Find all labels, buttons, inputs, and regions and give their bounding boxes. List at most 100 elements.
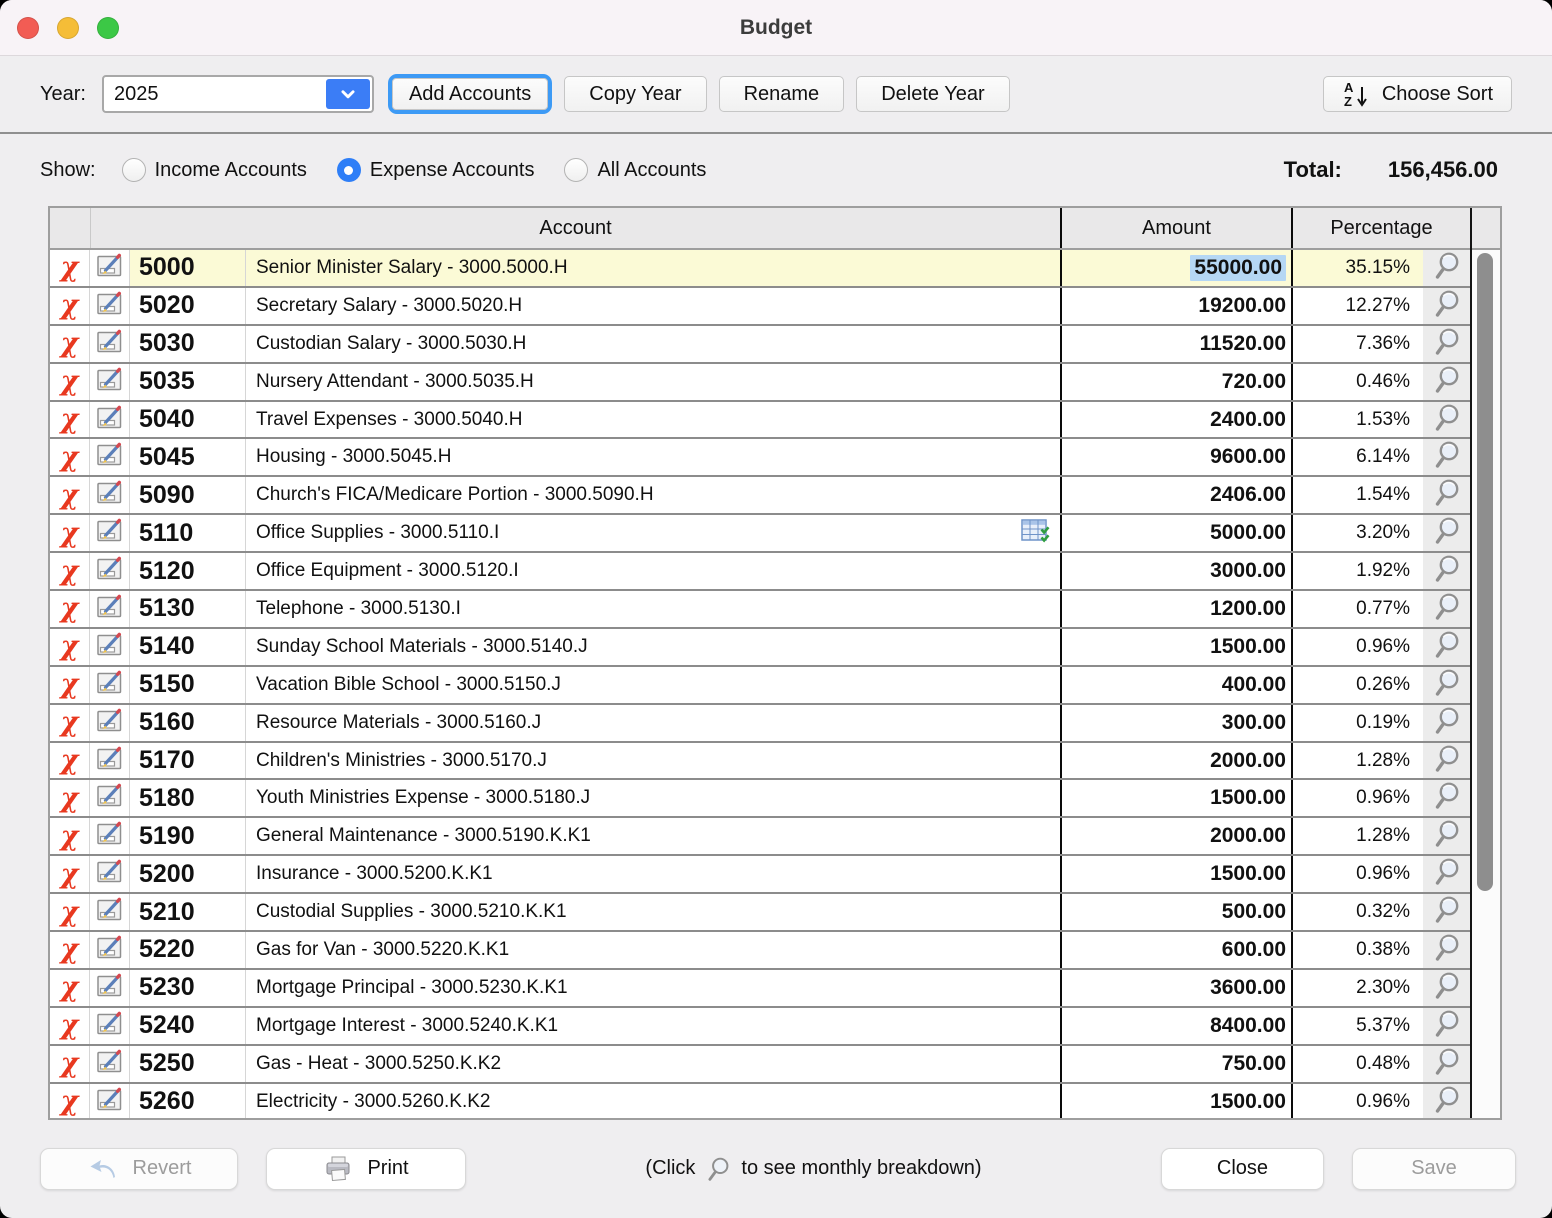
edit-account-button[interactable] [90,1046,130,1082]
monthly-breakdown-button[interactable] [1423,932,1470,968]
year-select-chevron[interactable] [326,79,370,109]
account-number-cell[interactable]: 5130 [130,591,246,627]
account-name-cell[interactable]: Senior Minister Salary - 3000.5000.H [246,250,1060,286]
edit-account-button[interactable] [90,894,130,930]
delete-account-button[interactable]: χ [50,667,90,703]
edit-account-button[interactable] [90,402,130,438]
delete-account-button[interactable]: χ [50,1046,90,1082]
edit-account-button[interactable] [90,250,130,286]
amount-cell[interactable]: 1500.00 [1060,780,1291,816]
delete-account-button[interactable]: χ [50,629,90,665]
edit-account-button[interactable] [90,326,130,362]
choose-sort-button[interactable]: A Z Choose Sort [1323,76,1512,112]
edit-account-button[interactable] [90,591,130,627]
amount-cell[interactable]: 19200.00 [1060,288,1291,324]
account-number-cell[interactable]: 5220 [130,932,246,968]
radio-option-expense-accounts[interactable]: Expense Accounts [337,158,535,182]
account-name-cell[interactable]: Mortgage Interest - 3000.5240.K.K1 [246,1008,1060,1044]
scrollbar-thumb[interactable] [1477,253,1493,891]
account-number-cell[interactable]: 5160 [130,705,246,741]
account-number-cell[interactable]: 5030 [130,326,246,362]
account-number-cell[interactable]: 5210 [130,894,246,930]
radio-option-all-accounts[interactable]: All Accounts [564,158,706,182]
delete-account-button[interactable]: χ [50,515,90,551]
account-number-cell[interactable]: 5200 [130,856,246,892]
account-name-cell[interactable]: Custodial Supplies - 3000.5210.K.K1 [246,894,1060,930]
delete-account-button[interactable]: χ [50,743,90,779]
minimize-window-button[interactable] [57,17,79,39]
account-name-cell[interactable]: Custodian Salary - 3000.5030.H [246,326,1060,362]
account-number-cell[interactable]: 5140 [130,629,246,665]
account-name-cell[interactable]: Office Supplies - 3000.5110.I [246,515,1060,551]
account-number-cell[interactable]: 5170 [130,743,246,779]
close-window-button[interactable] [17,17,39,39]
edit-account-button[interactable] [90,743,130,779]
delete-account-button[interactable]: χ [50,856,90,892]
delete-year-button[interactable]: Delete Year [856,76,1009,112]
account-number-cell[interactable]: 5230 [130,970,246,1006]
amount-cell[interactable]: 11520.00 [1060,326,1291,362]
account-number-cell[interactable]: 5180 [130,780,246,816]
delete-account-button[interactable]: χ [50,477,90,513]
delete-account-button[interactable]: χ [50,326,90,362]
monthly-breakdown-button[interactable] [1423,250,1470,286]
amount-cell[interactable]: 9600.00 [1060,439,1291,475]
edit-account-button[interactable] [90,439,130,475]
account-number-cell[interactable]: 5190 [130,818,246,854]
add-accounts-button[interactable]: Add Accounts [392,78,548,110]
edit-account-button[interactable] [90,477,130,513]
monthly-breakdown-button[interactable] [1423,1046,1470,1082]
monthly-breakdown-button[interactable] [1423,591,1470,627]
amount-cell[interactable]: 2406.00 [1060,477,1291,513]
edit-account-button[interactable] [90,515,130,551]
monthly-breakdown-button[interactable] [1423,439,1470,475]
monthly-breakdown-button[interactable] [1423,553,1470,589]
rename-button[interactable]: Rename [719,76,845,112]
print-button[interactable]: Print [266,1148,466,1190]
account-name-cell[interactable]: Mortgage Principal - 3000.5230.K.K1 [246,970,1060,1006]
radio-option-income-accounts[interactable]: Income Accounts [122,158,307,182]
monthly-breakdown-button[interactable] [1423,780,1470,816]
delete-account-button[interactable]: χ [50,288,90,324]
amount-cell[interactable]: 55000.00 [1060,250,1291,286]
close-button[interactable]: Close [1161,1148,1324,1190]
monthly-breakdown-button[interactable] [1423,515,1470,551]
account-name-cell[interactable]: Insurance - 3000.5200.K.K1 [246,856,1060,892]
amount-cell[interactable]: 2000.00 [1060,818,1291,854]
edit-account-button[interactable] [90,553,130,589]
edit-account-button[interactable] [90,932,130,968]
account-name-cell[interactable]: Travel Expenses - 3000.5040.H [246,402,1060,438]
amount-cell[interactable]: 300.00 [1060,705,1291,741]
account-name-cell[interactable]: Gas for Van - 3000.5220.K.K1 [246,932,1060,968]
monthly-breakdown-button[interactable] [1423,856,1470,892]
scrollbar-track[interactable] [1472,250,1500,1118]
monthly-breakdown-button[interactable] [1423,629,1470,665]
delete-account-button[interactable]: χ [50,553,90,589]
zoom-window-button[interactable] [97,17,119,39]
edit-account-button[interactable] [90,667,130,703]
account-number-cell[interactable]: 5040 [130,402,246,438]
amount-cell[interactable]: 1500.00 [1060,856,1291,892]
account-name-cell[interactable]: General Maintenance - 3000.5190.K.K1 [246,818,1060,854]
monthly-breakdown-button[interactable] [1423,402,1470,438]
amount-cell[interactable]: 2000.00 [1060,743,1291,779]
delete-account-button[interactable]: χ [50,439,90,475]
account-name-cell[interactable]: Church's FICA/Medicare Portion - 3000.50… [246,477,1060,513]
account-name-cell[interactable]: Secretary Salary - 3000.5020.H [246,288,1060,324]
account-number-cell[interactable]: 5150 [130,667,246,703]
account-name-cell[interactable]: Housing - 3000.5045.H [246,439,1060,475]
account-name-cell[interactable]: Electricity - 3000.5260.K.K2 [246,1084,1060,1118]
monthly-breakdown-button[interactable] [1423,1084,1470,1118]
copy-year-button[interactable]: Copy Year [564,76,706,112]
delete-account-button[interactable]: χ [50,780,90,816]
year-select[interactable]: 2025 [102,75,374,113]
account-name-cell[interactable]: Sunday School Materials - 3000.5140.J [246,629,1060,665]
account-name-cell[interactable]: Children's Ministries - 3000.5170.J [246,743,1060,779]
account-number-cell[interactable]: 5240 [130,1008,246,1044]
account-number-cell[interactable]: 5045 [130,439,246,475]
monthly-breakdown-button[interactable] [1423,288,1470,324]
amount-cell[interactable]: 600.00 [1060,932,1291,968]
account-number-cell[interactable]: 5020 [130,288,246,324]
amount-cell[interactable]: 750.00 [1060,1046,1291,1082]
account-name-cell[interactable]: Gas - Heat - 3000.5250.K.K2 [246,1046,1060,1082]
